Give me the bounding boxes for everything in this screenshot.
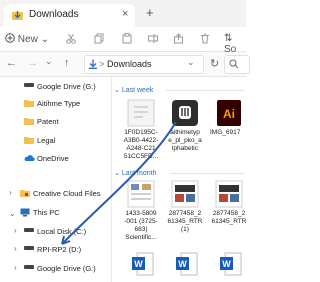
annotation-arrow <box>61 121 177 245</box>
